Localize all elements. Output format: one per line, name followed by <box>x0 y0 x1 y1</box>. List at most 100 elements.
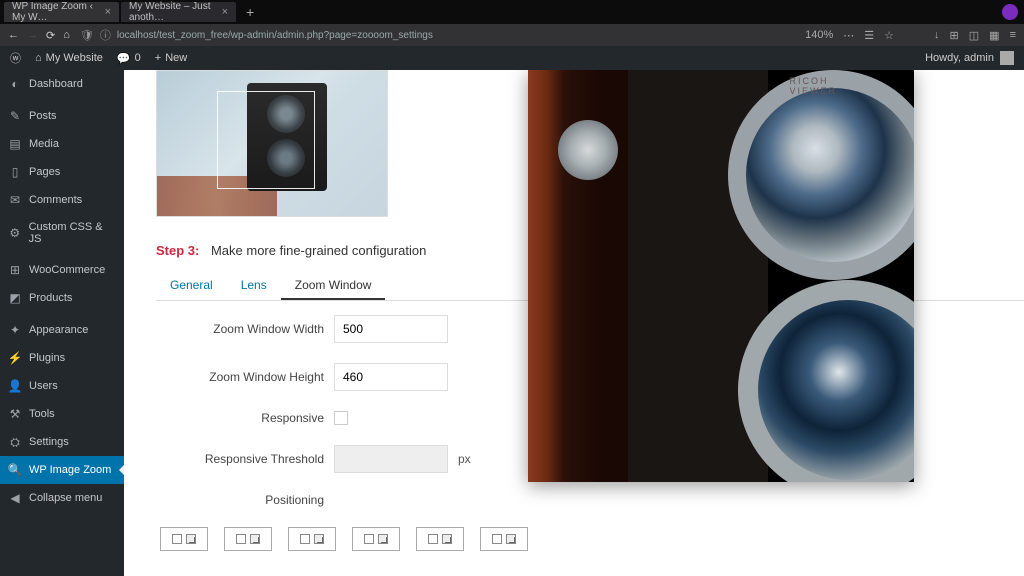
sidebar-item-media[interactable]: ▤ Media <box>0 130 124 158</box>
menu-icon[interactable]: ≡ <box>1010 29 1016 41</box>
sidebar-label: Posts <box>29 110 57 122</box>
profile-avatar[interactable] <box>1002 4 1018 20</box>
sidebar-label: Comments <box>29 194 82 206</box>
sidebar-item-wp-image-zoom[interactable]: 🔍 WP Image Zoom <box>0 456 124 484</box>
posts-icon: ✎ <box>8 109 22 123</box>
tab-general[interactable]: General <box>156 272 227 300</box>
browser-tab-1[interactable]: WP Image Zoom ‹ My W… × <box>4 2 119 22</box>
sidebar-label: Pages <box>29 166 60 178</box>
position-option-6[interactable] <box>480 527 528 551</box>
zoom-preview-window <box>528 70 914 482</box>
sidebar-item-custom-css[interactable]: ⚙ Custom CSS & JS <box>0 214 124 252</box>
sidebar-label: Plugins <box>29 352 65 364</box>
sidebar-item-woocommerce[interactable]: ⊞WooCommerce <box>0 256 124 284</box>
zoom-icon: 🔍 <box>8 463 22 477</box>
sidebar-label: Collapse menu <box>29 492 102 504</box>
threshold-input <box>334 445 448 473</box>
position-option-5[interactable] <box>416 527 464 551</box>
sidebar-label: Appearance <box>29 324 88 336</box>
tab-zoom-window[interactable]: Zoom Window <box>281 272 386 300</box>
responsive-checkbox[interactable] <box>334 411 348 425</box>
sidebar-item-posts[interactable]: ✎ Posts <box>0 102 124 130</box>
sidebar-label: Users <box>29 380 58 392</box>
width-input[interactable] <box>334 315 448 343</box>
tab-title: WP Image Zoom ‹ My W… <box>12 1 99 23</box>
sidebar-label: Media <box>29 138 59 150</box>
lens-selection-box <box>217 91 315 189</box>
sidebar-item-collapse[interactable]: ◀ Collapse menu <box>0 484 124 512</box>
reload-icon[interactable]: ⟳ <box>46 29 55 42</box>
dashboard-icon: ◐ <box>8 77 22 91</box>
responsive-label: Responsive <box>156 411 324 425</box>
back-icon[interactable]: ← <box>8 29 19 42</box>
plugins-icon: ⚡ <box>8 351 22 365</box>
sidebar-item-plugins[interactable]: ⚡ Plugins <box>0 344 124 372</box>
sidebar-item-users[interactable]: 👤 Users <box>0 372 124 400</box>
preview-thumbnail[interactable] <box>156 70 388 217</box>
ext-icon[interactable]: ▦ <box>989 29 999 42</box>
comments-link[interactable]: 💬 0 <box>117 52 141 65</box>
sidebar-label: WP Image Zoom <box>29 464 111 476</box>
sidebar-label: Products <box>29 292 72 304</box>
threshold-unit: px <box>458 452 471 466</box>
new-link[interactable]: + New <box>155 52 187 64</box>
site-link[interactable]: ⌂ My Website <box>35 52 103 64</box>
shield-icon: 🛡 <box>80 29 94 42</box>
wp-admin-bar: ⓦ ⌂ My Website 💬 0 + New Howdy, admin <box>0 46 1024 70</box>
download-icon[interactable]: ↓ <box>934 29 940 41</box>
sidebar-item-comments[interactable]: ✉Comments <box>0 186 124 214</box>
sidebar-item-settings[interactable]: ⛭Settings <box>0 428 124 456</box>
height-label: Zoom Window Height <box>156 370 324 384</box>
sidebar-label: WooCommerce <box>29 264 105 276</box>
more-icon[interactable]: ⋯ <box>843 29 854 42</box>
sidebar-item-tools[interactable]: ⚒ Tools <box>0 400 124 428</box>
tab-title: My Website – Just anoth… <box>129 1 216 23</box>
collapse-icon: ◀ <box>8 491 22 505</box>
browser-tab-strip: WP Image Zoom ‹ My W… × My Website – Jus… <box>0 0 1024 24</box>
reader-icon[interactable]: ☰ <box>864 29 874 42</box>
positioning-label: Positioning <box>156 493 324 507</box>
width-label: Zoom Window Width <box>156 322 324 336</box>
howdy-text[interactable]: Howdy, admin <box>925 52 994 64</box>
sidebar-item-pages[interactable]: ▯ Pages <box>0 158 124 186</box>
pages-icon: ▯ <box>8 165 22 179</box>
browser-tab-2[interactable]: My Website – Just anoth… × <box>121 2 236 22</box>
sidebar-item-appearance[interactable]: ✦ Appearance <box>0 316 124 344</box>
url-text: localhost/test_zoom_free/wp-admin/admin.… <box>117 30 433 41</box>
position-option-4[interactable] <box>352 527 400 551</box>
close-icon[interactable]: × <box>105 6 111 18</box>
star-icon[interactable]: ☆ <box>884 29 894 42</box>
sidebar-item-products[interactable]: ◩ Products <box>0 284 124 312</box>
home-icon[interactable]: ⌂ <box>63 29 70 42</box>
position-option-3[interactable] <box>288 527 336 551</box>
library-icon[interactable]: ⊞ <box>950 29 959 42</box>
step-number: Step 3: <box>156 243 199 258</box>
user-avatar[interactable] <box>1000 51 1014 65</box>
wp-logo-icon[interactable]: ⓦ <box>10 50 21 66</box>
tab-lens[interactable]: Lens <box>227 272 281 300</box>
users-icon: 👤 <box>8 379 22 393</box>
content-area: Step 3: Make more fine-grained configura… <box>124 70 1024 576</box>
tools-icon: ⚒ <box>8 407 22 421</box>
new-tab-button[interactable]: + <box>238 4 262 20</box>
appearance-icon: ✦ <box>8 323 22 337</box>
sidebar-item-dashboard[interactable]: ◐ Dashboard <box>0 70 124 98</box>
height-input[interactable] <box>334 363 448 391</box>
products-icon: ◩ <box>8 291 22 305</box>
position-option-2[interactable] <box>224 527 272 551</box>
gear-icon: ⚙ <box>8 226 22 240</box>
threshold-label: Responsive Threshold <box>156 452 324 466</box>
sidebar-label: Tools <box>29 408 55 420</box>
media-icon: ▤ <box>8 137 22 151</box>
forward-icon[interactable]: → <box>27 29 38 42</box>
admin-sidebar: ◐ Dashboard ✎ Posts ▤ Media ▯ Pages ✉Comment… <box>0 70 124 576</box>
sidebar-label: Dashboard <box>29 78 83 90</box>
sidebar-label: Custom CSS & JS <box>29 221 116 245</box>
browser-toolbar: ← → ⟳ ⌂ 🛡 ⓘ localhost/test_zoom_free/wp-… <box>0 24 1024 46</box>
step-description: Make more fine-grained configuration <box>211 243 426 258</box>
url-bar[interactable]: 🛡 ⓘ localhost/test_zoom_free/wp-admin/ad… <box>80 27 795 43</box>
close-icon[interactable]: × <box>222 6 228 18</box>
sidebar-icon[interactable]: ◫ <box>969 29 979 42</box>
settings-icon: ⛭ <box>8 435 22 449</box>
position-option-1[interactable] <box>160 527 208 551</box>
